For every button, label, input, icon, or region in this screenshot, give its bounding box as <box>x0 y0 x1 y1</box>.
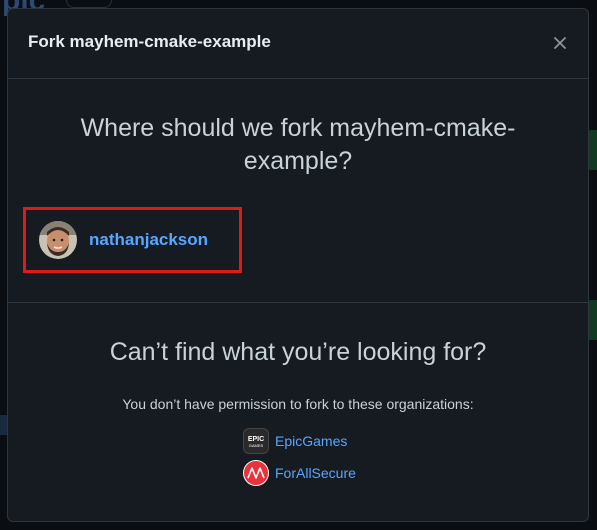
fork-destination-section: Where should we fork mayhem-cmake-exampl… <box>8 79 588 303</box>
fork-dialog: Fork mayhem-cmake-example Where should w… <box>7 8 589 522</box>
close-button[interactable] <box>546 29 574 57</box>
fork-question: Where should we fork mayhem-cmake-exampl… <box>80 114 516 175</box>
org-link-forallsecure[interactable]: ForAllSecure <box>243 459 356 487</box>
permission-text: You don’t have permission to fork to the… <box>122 396 474 412</box>
account-name: nathanjackson <box>89 230 209 249</box>
org-name: EpicGames <box>275 433 348 449</box>
close-icon <box>554 37 566 49</box>
dialog-header: Fork mayhem-cmake-example <box>8 9 588 79</box>
unavailable-orgs-section: Can’t find what you’re looking for? You … <box>8 303 588 521</box>
org-name: ForAllSecure <box>275 465 356 481</box>
org-link-epicgames[interactable]: EPIC GAMES EpicGames <box>243 427 347 455</box>
forallsecure-logo-icon <box>243 460 269 486</box>
avatar <box>39 221 77 259</box>
cant-find-heading: Can’t find what you’re looking for? <box>109 338 487 366</box>
background-visibility-badge <box>66 0 112 8</box>
svg-text:EPIC: EPIC <box>248 436 264 443</box>
dialog-title: Fork mayhem-cmake-example <box>28 32 271 51</box>
user-avatar-icon <box>39 221 77 259</box>
epic-games-logo-icon: EPIC GAMES <box>243 428 269 454</box>
svg-text:GAMES: GAMES <box>249 443 264 448</box>
account-option-nathanjackson[interactable]: nathanjackson <box>23 207 242 273</box>
